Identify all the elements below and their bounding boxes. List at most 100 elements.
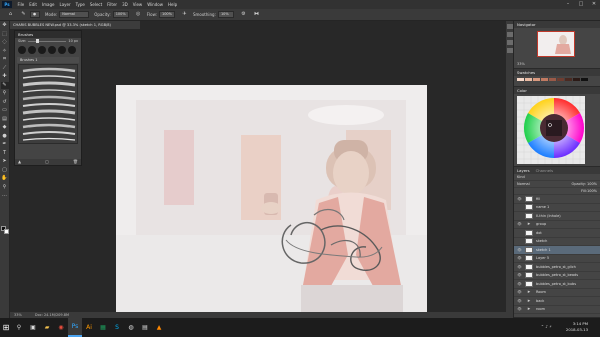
clone-stamp-tool-icon[interactable]: ⚲ <box>1 90 9 97</box>
airbrush-icon[interactable]: ✈ <box>181 11 188 18</box>
type-tool-icon[interactable]: T <box>1 150 9 157</box>
visibility-eye-icon[interactable]: 👁 <box>517 271 522 280</box>
visibility-eye-icon[interactable]: 👁 <box>517 254 522 263</box>
brush-size-slider[interactable] <box>28 39 67 43</box>
more-tools-icon[interactable]: … <box>1 192 9 199</box>
shape-tool-icon[interactable]: ▢ <box>1 167 9 174</box>
menu-image[interactable]: Image <box>39 2 57 7</box>
close-button[interactable]: ✕ <box>588 0 600 9</box>
background-color-swatch[interactable] <box>3 228 9 234</box>
path-select-tool-icon[interactable]: ➤ <box>1 158 9 165</box>
menu-file[interactable]: File <box>15 2 27 7</box>
swatch[interactable] <box>549 78 556 81</box>
swatch[interactable] <box>533 78 540 81</box>
layer-row-selected[interactable]: 👁 sketch 1 <box>514 246 600 255</box>
menu-window[interactable]: Window <box>145 2 166 7</box>
color-wheel-picker[interactable] <box>514 94 600 166</box>
swatch[interactable] <box>573 78 580 81</box>
menu-select[interactable]: Select <box>87 2 104 7</box>
properties-panel-icon[interactable] <box>506 32 513 37</box>
skype-icon[interactable]: S <box>110 318 124 337</box>
move-tool-icon[interactable]: ✥ <box>1 22 9 29</box>
marquee-tool-icon[interactable]: ⬚ <box>1 31 9 38</box>
swatch[interactable] <box>541 78 548 81</box>
tab-channels[interactable]: Channels <box>536 167 554 174</box>
hand-tool-icon[interactable]: ✋ <box>1 175 9 182</box>
search-icon[interactable]: ⚲ <box>12 318 26 337</box>
menu-type[interactable]: Type <box>73 2 87 7</box>
system-tray-icons[interactable]: ⌃ ♪ ⚡ <box>541 324 552 329</box>
swatch[interactable] <box>557 78 564 81</box>
new-brush-icon[interactable]: ▲ <box>18 159 21 165</box>
menu-layer[interactable]: Layer <box>57 2 73 7</box>
brush-size-value[interactable]: 10 px <box>68 38 78 44</box>
brush-tool-icon[interactable]: ✎ <box>20 11 27 18</box>
dodge-tool-icon[interactable]: ● <box>1 133 9 140</box>
layer-group-row[interactable]: 👁 ▸ back <box>514 297 600 306</box>
notepad-icon[interactable]: ▤ <box>138 318 152 337</box>
excel-icon[interactable]: ▦ <box>96 318 110 337</box>
history-panel-icon[interactable] <box>506 24 513 29</box>
layer-row[interactable]: 👁 bubbles_petro_st_bubs <box>514 280 600 289</box>
document-workspace[interactable] <box>10 29 506 318</box>
swatch[interactable] <box>525 78 532 81</box>
swatch[interactable] <box>565 78 572 81</box>
home-icon[interactable]: ⌂ <box>7 11 14 18</box>
zoom-tool-icon[interactable]: ⚲ <box>1 184 9 191</box>
crop-tool-icon[interactable]: ⌗ <box>1 56 9 63</box>
chrome-icon[interactable]: ◉ <box>54 318 68 337</box>
menu-edit[interactable]: Edit <box>27 2 40 7</box>
settings-gear-icon[interactable]: ⚙ <box>240 11 247 18</box>
eyedropper-tool-icon[interactable]: ⟋ <box>1 65 9 72</box>
navigator-thumbnail[interactable] <box>537 31 575 57</box>
brush-preset-picker[interactable]: ● <box>30 11 40 18</box>
menu-help[interactable]: Help <box>165 2 179 7</box>
layer-opacity-input[interactable]: 100% <box>587 182 597 186</box>
layer-row[interactable]: Il-thin (Inhole) <box>514 212 600 221</box>
history-brush-tool-icon[interactable]: ↺ <box>1 99 9 106</box>
mode-select[interactable]: Normal <box>59 11 90 18</box>
brushes-panel-title[interactable]: Brushes <box>15 31 81 38</box>
brush-tip[interactable] <box>58 46 66 54</box>
symmetry-icon[interactable]: ⧓ <box>253 11 260 18</box>
brush-folder[interactable]: Brushes 1 <box>17 57 79 63</box>
document-info[interactable]: Doc: 24.1M/209.8M <box>35 313 69 317</box>
layer-row[interactable]: dot <box>514 229 600 238</box>
zoom-level[interactable]: 33% <box>14 313 22 317</box>
maximize-button[interactable]: □ <box>575 0 587 9</box>
vlc-icon[interactable]: ▲ <box>152 318 166 337</box>
menu-filter[interactable]: Filter <box>105 2 120 7</box>
color-panel-title[interactable]: Color <box>514 87 600 94</box>
swatches-title[interactable]: Swatches <box>514 69 600 76</box>
visibility-eye-icon[interactable]: 👁 <box>517 288 522 297</box>
opacity-input[interactable]: 100% <box>112 11 129 18</box>
photoshop-taskbar-icon[interactable]: Ps <box>68 318 82 337</box>
illustrator-icon[interactable]: Ai <box>82 318 96 337</box>
minimize-button[interactable]: – <box>562 0 574 9</box>
brush-tip[interactable] <box>18 46 26 54</box>
blur-tool-icon[interactable]: ◆ <box>1 124 9 131</box>
visibility-eye-icon[interactable]: 👁 <box>517 305 522 314</box>
menu-3d[interactable]: 3D <box>120 2 131 7</box>
layer-blend-mode-select[interactable]: Normal <box>517 180 530 189</box>
quick-select-tool-icon[interactable]: ✧ <box>1 48 9 55</box>
navigator-title[interactable]: Navigator <box>514 21 600 28</box>
document-tab[interactable]: CHARIS BUBBLES NEW.psd @ 33.3% (sketch 1… <box>10 21 140 29</box>
pressure-opacity-icon[interactable]: ◎ <box>135 11 142 18</box>
brush-stroke-list[interactable] <box>18 64 78 144</box>
visibility-eye-icon[interactable]: 👁 <box>517 280 522 289</box>
delete-brush-icon[interactable]: 🗑 <box>73 159 78 165</box>
flow-input[interactable]: 100% <box>158 11 175 18</box>
swatch[interactable] <box>581 78 588 81</box>
file-explorer-icon[interactable]: ▰ <box>40 318 54 337</box>
menu-view[interactable]: View <box>130 2 145 7</box>
layer-group-row[interactable]: 👁 ▸ Room <box>514 288 600 297</box>
visibility-eye-icon[interactable]: 👁 <box>517 297 522 306</box>
artwork-canvas[interactable] <box>116 85 427 317</box>
adjustments-panel-icon[interactable] <box>506 40 513 45</box>
steam-icon[interactable]: ◍ <box>124 318 138 337</box>
brush-tip[interactable] <box>48 46 56 54</box>
visibility-eye-icon[interactable]: 👁 <box>517 263 522 272</box>
visibility-eye-icon[interactable]: 👁 <box>517 195 522 204</box>
layer-fill-input[interactable]: 100% <box>587 187 597 196</box>
